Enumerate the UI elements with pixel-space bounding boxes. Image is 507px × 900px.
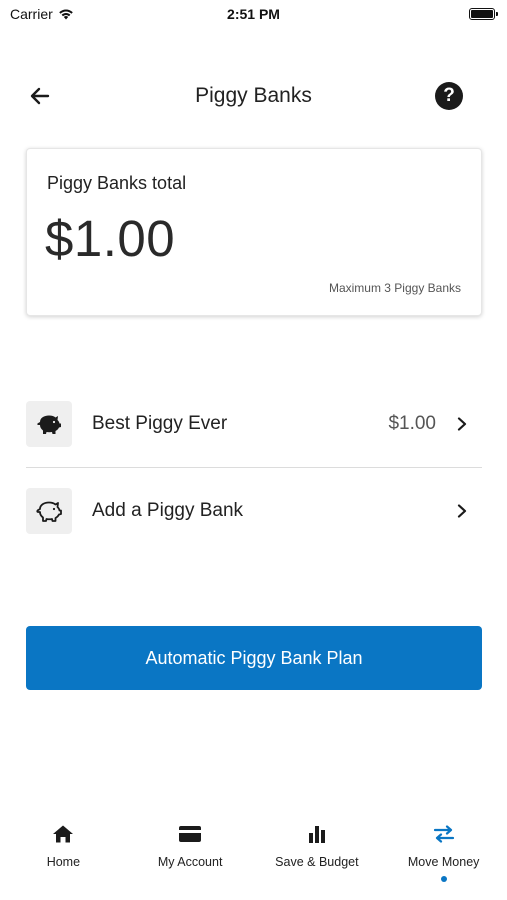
tab-label: My Account [157,855,223,869]
tab-label: Save & Budget [275,855,359,869]
piggy-bank-balance: $1.00 [388,412,436,434]
automatic-piggy-bank-plan-button[interactable]: Automatic Piggy Bank Plan [26,626,482,690]
tab-label: Move Money [407,855,480,869]
piggy-bank-list: Best Piggy Ever $1.00 Add a Piggy Bank [26,380,482,554]
help-icon: ? [443,85,455,106]
home-icon [52,820,74,848]
piggy-icon-container [26,400,72,447]
status-bar: Carrier 2:51 PM [0,0,507,30]
chevron-right-icon [454,503,470,519]
piggy-bank-filled-icon [37,415,61,434]
piggy-bank-row-best-piggy-ever[interactable]: Best Piggy Ever $1.00 [26,380,482,467]
add-piggy-bank-row[interactable]: Add a Piggy Bank [26,467,482,554]
tab-my-account[interactable]: My Account [127,810,254,900]
card-icon [178,820,202,848]
piggy-banks-total-card: Piggy Banks total $1.00 Maximum 3 Piggy … [26,148,482,316]
total-label: Piggy Banks total [47,173,187,193]
piggy-bank-name: Best Piggy Ever [92,412,228,434]
max-piggy-banks-note: Maximum 3 Piggy Banks [328,281,461,295]
add-piggy-bank-label: Add a Piggy Bank [92,500,244,521]
tab-bar: Home My Account Save & Budget Move Money [0,810,507,900]
chevron-right-icon [454,416,470,432]
piggy-bank-outline-icon [36,501,62,522]
tab-label: Home [46,855,81,869]
page-title: Piggy Banks [195,84,312,107]
tab-save-budget[interactable]: Save & Budget [254,810,381,900]
nav-header: Piggy Banks ? [0,72,507,120]
tab-move-money[interactable]: Move Money [380,810,507,900]
battery-icon [469,8,498,20]
status-time: 2:51 PM [227,6,280,22]
piggy-icon-container [26,488,72,534]
active-tab-indicator [440,876,447,882]
tab-home[interactable]: Home [0,810,127,900]
total-amount: $1.00 [45,210,176,267]
bar-chart-icon [307,820,327,848]
transfer-arrows-icon [433,820,455,848]
help-button[interactable]: ? [435,82,463,110]
